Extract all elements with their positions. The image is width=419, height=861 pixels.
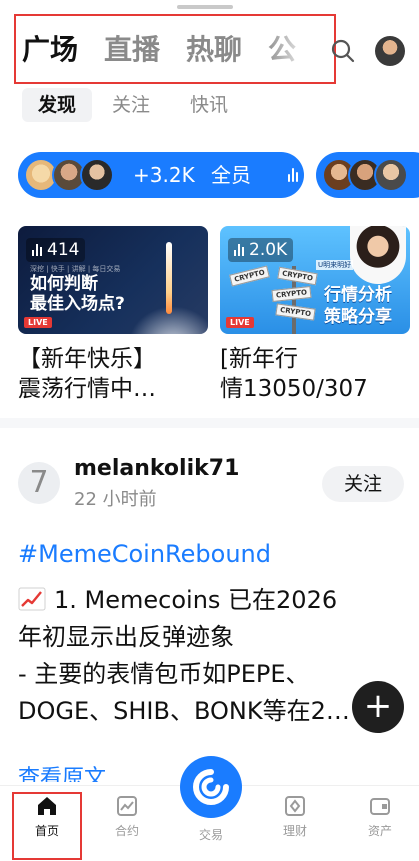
live-card-2[interactable]: CRYPTO CRYPTO CRYPTO CRYPTO U明来明好 2.0K 行…	[220, 226, 410, 334]
card-tags: 深挖 | 快手 | 讲解 | 每日交易	[30, 265, 121, 273]
chart-icon	[115, 794, 139, 818]
crypto-sign: CRYPTO	[275, 303, 316, 321]
viewer-bars-icon	[234, 244, 244, 256]
live-card-1[interactable]: 414 深挖 | 快手 | 讲解 | 每日交易 如何判断 最佳入场点? LIVE	[18, 226, 208, 334]
tab-live[interactable]: 直播	[104, 32, 160, 68]
chart-increasing-icon	[18, 585, 46, 611]
rocket-graphic	[166, 242, 172, 314]
live-badge: LIVE	[226, 317, 254, 328]
nav-finance[interactable]: 理财	[260, 794, 330, 838]
viewer-count-badge: 414	[26, 238, 86, 262]
nav-trade-button[interactable]	[180, 756, 242, 818]
live-badge: LIVE	[24, 317, 52, 328]
post-line-text: 1. Memecoins 已在2026	[54, 586, 338, 614]
tab-fade-overlay	[264, 16, 334, 82]
crypto-sign: CRYPTO	[277, 266, 318, 286]
nav-assets[interactable]: 资产	[345, 794, 415, 838]
host-label: U明来明好	[316, 260, 354, 270]
host-photo	[350, 226, 406, 284]
create-post-button[interactable]: +	[352, 681, 404, 733]
viewer-bars-icon	[32, 244, 42, 256]
crypto-sign: CRYPTO	[229, 265, 270, 287]
nav-home-label: 首页	[34, 824, 59, 838]
card-headline: 如何判断 最佳入场点?	[30, 274, 125, 314]
card-title-line-2: 震荡行情中…	[18, 376, 156, 402]
post-line: 年初显示出反弹迹象	[18, 623, 234, 651]
pill-avatar-3	[80, 158, 114, 192]
sheet-grab-handle[interactable]	[177, 5, 233, 9]
nav-contracts-label: 合约	[114, 824, 139, 838]
post-line: DOGE、SHIB、BONK等在2…	[18, 697, 350, 725]
post-line: - 主要的表情包币如PEPE、	[18, 660, 310, 688]
section-divider	[0, 418, 419, 428]
top-tab-bar: 广场 直播 热聊 公	[14, 14, 336, 84]
nav-finance-label: 理财	[282, 824, 307, 838]
subtab-news-flash[interactable]: 快讯	[190, 88, 228, 122]
nav-assets-label: 资产	[367, 824, 392, 838]
live-room-pill-2[interactable]	[316, 152, 419, 198]
wallet-icon	[368, 794, 392, 818]
user-avatar[interactable]	[375, 36, 405, 66]
pill-member-count: +3.2K	[133, 163, 195, 187]
search-icon[interactable]	[330, 38, 356, 64]
tab-hot-chat[interactable]: 热聊	[186, 32, 242, 68]
post-hashtag[interactable]: #MemeCoinRebound	[18, 538, 271, 570]
pill2-avatar-3	[374, 158, 408, 192]
audio-bars-icon	[288, 166, 298, 182]
tab-square[interactable]: 广场	[22, 32, 78, 68]
crypto-sign: CRYPTO	[271, 285, 312, 303]
pill-all-label: 全员	[211, 163, 251, 187]
trade-logo-icon	[193, 769, 229, 805]
card-headline: 行情分析 策略分享	[324, 284, 392, 328]
nav-trade-label: 交易	[198, 828, 223, 842]
card-title-line-1: [新年行	[220, 346, 298, 372]
viewer-count: 414	[47, 240, 80, 260]
card-title-line-2: 情13050/307	[220, 376, 368, 402]
read-original-link[interactable]: 查看原文	[18, 766, 106, 782]
live-room-pill[interactable]: +3.2K 全员	[18, 152, 304, 198]
nav-contracts[interactable]: 合约	[92, 794, 162, 838]
post-author-name[interactable]: melankolik71	[74, 455, 239, 483]
viewer-count: 2.0K	[249, 240, 288, 260]
subtab-discover[interactable]: 发现	[22, 88, 92, 122]
card-headline-line-1: 如何判断	[30, 274, 98, 294]
home-icon	[35, 794, 59, 818]
card-headline-line-1: 行情分析	[324, 285, 392, 305]
card-headline-line-2: 最佳入场点?	[30, 294, 125, 314]
bottom-nav: 首页 合约 交易 理财 资产	[0, 756, 419, 861]
nav-home[interactable]: 首页	[12, 792, 82, 860]
post-author-avatar[interactable]: 7	[18, 462, 60, 504]
live-card-1-title[interactable]: 【新年快乐】 震荡行情中…	[18, 344, 210, 402]
card-title-line-1: 【新年快乐】	[18, 346, 156, 372]
live-card-2-title[interactable]: [新年行 情13050/307	[220, 344, 412, 402]
subtab-following[interactable]: 关注	[112, 88, 150, 122]
follow-button[interactable]: 关注	[322, 466, 404, 502]
post-timestamp: 22 小时前	[74, 489, 157, 510]
card-headline-line-2: 策略分享	[324, 307, 392, 327]
finance-icon	[283, 794, 307, 818]
viewer-count-badge: 2.0K	[228, 238, 294, 262]
post-line: 1. Memecoins 已在2026	[18, 582, 410, 619]
